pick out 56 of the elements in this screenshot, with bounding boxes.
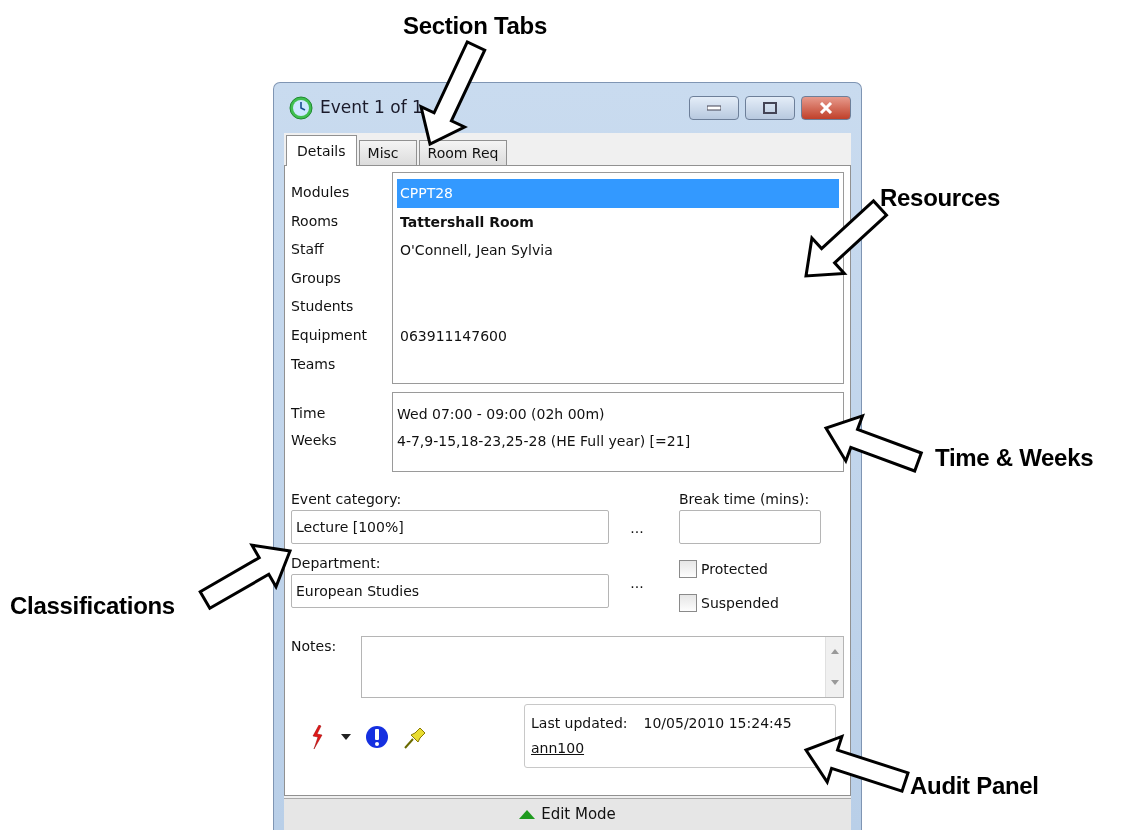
user-link[interactable]: ann100 [531,740,585,756]
maximize-button[interactable] [745,96,795,120]
callout-label: Section Tabs [403,11,547,41]
tab[interactable]: Room Req [418,140,508,165]
callout-label: Audit Panel [910,771,1039,801]
checkbox[interactable] [679,594,697,612]
scroll-up-icon[interactable] [830,649,839,654]
clock-icon [288,95,314,121]
callout-label: Time & Weeks [935,443,1094,473]
resource-list[interactable]: CPPT28 Tattershall Room O'Connell, Jean Sylvia 063911147600 [392,172,844,384]
category-field[interactable]: Lecture [100%] [291,510,609,544]
resource-item[interactable]: Tattershall Room [400,213,534,230]
maximize-icon [763,102,777,114]
field-label: Break time (mins): [679,490,811,509]
minimize-button[interactable] [689,96,739,120]
minimize-icon [707,105,721,111]
alert-icon[interactable] [365,725,389,749]
field-label: Students [291,297,355,317]
field-label: Staff [291,240,325,260]
field-label: Equipment [291,325,368,345]
department-field[interactable]: European Studies [291,574,609,608]
field-label: Time [291,404,327,423]
checkbox-label: Protected [701,559,768,579]
caret-icon[interactable] [341,734,351,740]
field-label: Notes: [291,637,338,656]
close-icon [819,102,833,114]
field-label: Department: [291,554,382,573]
time-value: 4-7,9-15,18-23,25-28 (HE Full year) [=21] [397,432,692,451]
checkbox[interactable] [679,560,697,578]
field-label: Modules [291,183,351,202]
field-label: Teams [291,354,337,374]
scroll-bar[interactable] [825,637,843,697]
tab[interactable]: Details [286,135,357,166]
callout-label: Resources [880,183,1001,213]
field-label: Groups [291,268,342,288]
resource-item[interactable]: O'Connell, Jean Sylvia [400,242,553,259]
close-button[interactable] [801,96,851,120]
audit-label: Last updated: [531,714,628,733]
triangle-icon [519,810,536,819]
field-label: Rooms [291,211,340,231]
callout-label: Classifications [10,591,175,621]
notes-field[interactable] [361,636,844,698]
browse-link[interactable]: ... [630,575,644,591]
scroll-down-icon[interactable] [830,680,839,685]
browse-link[interactable]: ... [630,520,644,536]
edit-mode-button[interactable]: Edit Mode [284,798,851,830]
lightning-icon[interactable] [311,725,323,749]
field-label: Weeks [291,431,338,450]
tab[interactable]: Misc [358,140,417,165]
time-value: Wed 07:00 - 09:00 (02h 00m) [397,405,606,424]
resource-item[interactable]: 063911147600 [400,327,507,344]
window-title: Event 1 of 1 [320,96,424,120]
break-time-field[interactable] [679,510,821,544]
checkbox-label: Suspended [701,593,779,613]
audit-timestamp: 10/05/2010 15:24:45 [643,714,792,733]
field-label: Event category: [291,490,403,509]
